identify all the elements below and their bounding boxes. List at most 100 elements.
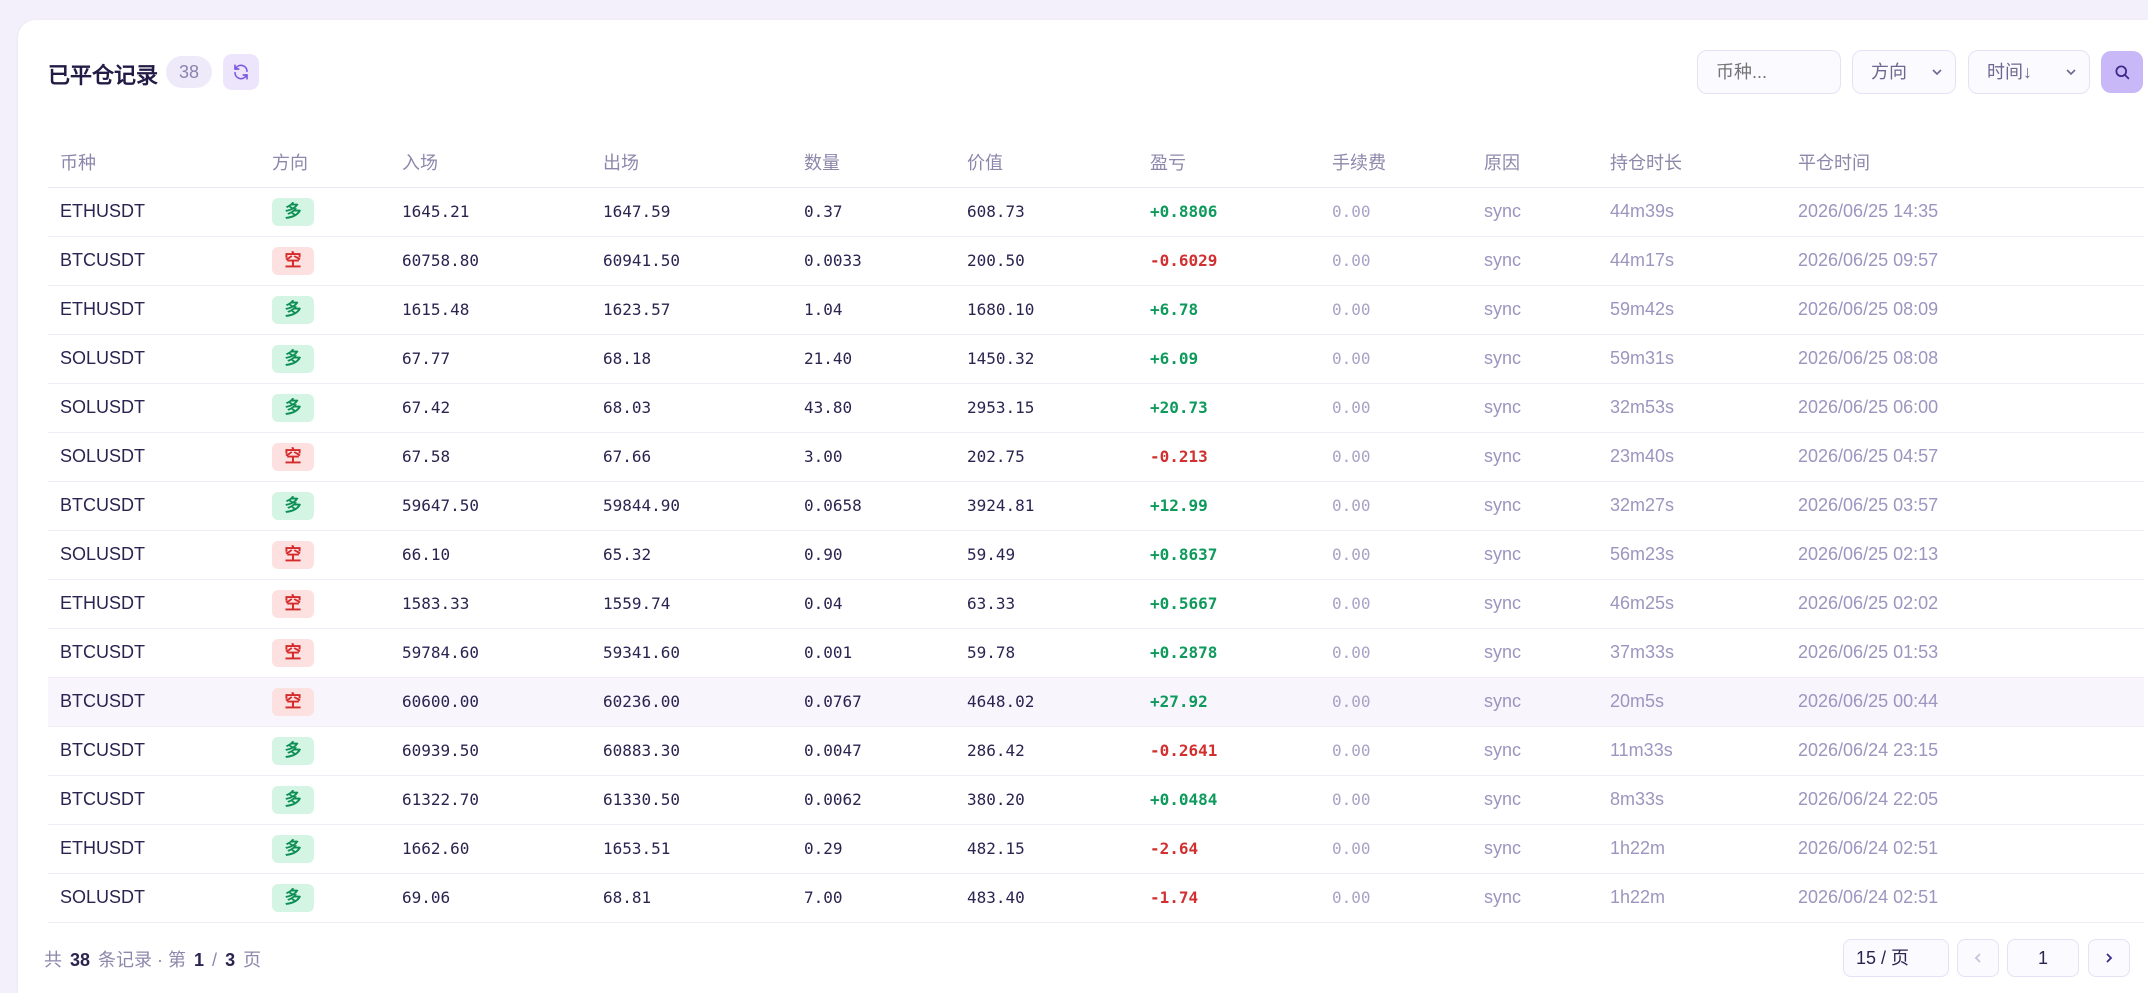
cell-value: 2953.15 xyxy=(955,383,1138,433)
cell-close-time: 2026/06/25 02:02 xyxy=(1786,579,2144,629)
pagination-suffix: 页 xyxy=(243,950,262,970)
cell-exit: 61330.50 xyxy=(591,775,792,825)
cell-reason: sync xyxy=(1472,726,1598,776)
direction-select[interactable]: 方向 xyxy=(1852,50,1956,94)
cell-value: 286.42 xyxy=(955,726,1138,776)
column-header-direction[interactable]: 方向 xyxy=(260,138,390,188)
cell-pnl: +0.8806 xyxy=(1138,187,1320,237)
cell-reason: sync xyxy=(1472,334,1598,384)
cell-exit: 1647.59 xyxy=(591,187,792,237)
cell-pnl: +20.73 xyxy=(1138,383,1320,433)
table-row[interactable]: SOLUSDT 多 67.77 68.18 21.40 1450.32 +6.09 0.00 s… xyxy=(48,334,2144,384)
cell-reason: sync xyxy=(1472,383,1598,433)
table-row[interactable]: ETHUSDT 多 1645.21 1647.59 0.37 608.73 +0.8806 0… xyxy=(48,187,2144,237)
closed-positions-table: 币种 方向 入场 出场 数量 价值 盈亏 手续费 原因 持仓时长 平仓时间 ET… xyxy=(48,138,2144,923)
cell-duration: 23m40s xyxy=(1598,432,1786,482)
cell-entry: 66.10 xyxy=(390,530,591,580)
symbol-search-input[interactable] xyxy=(1697,50,1841,94)
refresh-button[interactable] xyxy=(223,54,259,90)
time-sort-select[interactable]: 时间↓ xyxy=(1968,50,2090,94)
cell-reason: sync xyxy=(1472,677,1598,727)
record-count-badge: 38 xyxy=(166,56,212,88)
table-row[interactable]: SOLUSDT 多 69.06 68.81 7.00 483.40 -1.74 0.00 syn… xyxy=(48,873,2144,923)
cell-exit: 1653.51 xyxy=(591,824,792,874)
cell-direction: 多 xyxy=(260,726,390,776)
next-page-button[interactable] xyxy=(2088,939,2130,977)
cell-quantity: 0.90 xyxy=(792,530,955,580)
column-header-value[interactable]: 价值 xyxy=(955,138,1138,188)
cell-close-time: 2026/06/25 06:00 xyxy=(1786,383,2144,433)
cell-entry: 59784.60 xyxy=(390,628,591,678)
cell-exit: 68.18 xyxy=(591,334,792,384)
table-row[interactable]: SOLUSDT 空 66.10 65.32 0.90 59.49 +0.8637 0.00 sy… xyxy=(48,530,2144,580)
column-header-fee[interactable]: 手续费 xyxy=(1320,138,1472,188)
cell-quantity: 0.0767 xyxy=(792,677,955,727)
cell-reason: sync xyxy=(1472,285,1598,335)
column-header-close-time[interactable]: 平仓时间 xyxy=(1786,138,2144,188)
cell-symbol: BTCUSDT xyxy=(48,726,260,776)
table-row[interactable]: BTCUSDT 多 60939.50 60883.30 0.0047 286.42 -0.2… xyxy=(48,726,2144,776)
column-header-pnl[interactable]: 盈亏 xyxy=(1138,138,1320,188)
column-header-duration[interactable]: 持仓时长 xyxy=(1598,138,1786,188)
cell-exit: 67.66 xyxy=(591,432,792,482)
column-header-exit[interactable]: 出场 xyxy=(591,138,792,188)
cell-direction: 多 xyxy=(260,481,390,531)
direction-badge: 多 xyxy=(272,295,314,324)
table-row[interactable]: BTCUSDT 空 60600.00 60236.00 0.0767 4648.02 +27… xyxy=(48,677,2144,727)
table-row[interactable]: BTCUSDT 空 59784.60 59341.60 0.001 59.78 +0.287… xyxy=(48,628,2144,678)
page-number-input[interactable] xyxy=(2007,939,2079,977)
cell-entry: 59647.50 xyxy=(390,481,591,531)
table-row[interactable]: ETHUSDT 多 1615.48 1623.57 1.04 1680.10 +6.78 0.… xyxy=(48,285,2144,335)
prev-page-button[interactable] xyxy=(1957,939,1999,977)
cell-exit: 68.03 xyxy=(591,383,792,433)
cell-exit: 59844.90 xyxy=(591,481,792,531)
cell-value: 1450.32 xyxy=(955,334,1138,384)
cell-close-time: 2026/06/25 01:53 xyxy=(1786,628,2144,678)
table-row[interactable]: SOLUSDT 空 67.58 67.66 3.00 202.75 -0.213 0.00 sy… xyxy=(48,432,2144,482)
cell-close-time: 2026/06/25 14:35 xyxy=(1786,187,2144,237)
cell-duration: 8m33s xyxy=(1598,775,1786,825)
table-row[interactable]: ETHUSDT 多 1662.60 1653.51 0.29 482.15 -2.64 0.0… xyxy=(48,824,2144,874)
cell-duration: 44m17s xyxy=(1598,236,1786,286)
table-row[interactable]: ETHUSDT 空 1583.33 1559.74 0.04 63.33 +0.5667 0.… xyxy=(48,579,2144,629)
column-header-reason[interactable]: 原因 xyxy=(1472,138,1598,188)
column-header-entry[interactable]: 入场 xyxy=(390,138,591,188)
cell-direction: 多 xyxy=(260,873,390,923)
pagination-prefix: 共 xyxy=(44,950,62,970)
direction-badge: 多 xyxy=(272,393,314,422)
cell-pnl: -2.64 xyxy=(1138,824,1320,874)
cell-entry: 67.42 xyxy=(390,383,591,433)
cell-duration: 46m25s xyxy=(1598,579,1786,629)
table-header-row: 币种 方向 入场 出场 数量 价值 盈亏 手续费 原因 持仓时长 平仓时间 xyxy=(48,138,2144,188)
cell-reason: sync xyxy=(1472,824,1598,874)
cell-value: 59.49 xyxy=(955,530,1138,580)
cell-symbol: BTCUSDT xyxy=(48,628,260,678)
column-header-quantity[interactable]: 数量 xyxy=(792,138,955,188)
cell-direction: 多 xyxy=(260,775,390,825)
table-row[interactable]: BTCUSDT 空 60758.80 60941.50 0.0033 200.50 -0.6… xyxy=(48,236,2144,286)
cell-quantity: 0.37 xyxy=(792,187,955,237)
closed-positions-panel: 已平仓记录 38 方向 时间↓ 币种 方向 入场 出场 xyxy=(18,20,2148,993)
table-row[interactable]: BTCUSDT 多 61322.70 61330.50 0.0062 380.20 +0.0… xyxy=(48,775,2144,825)
cell-reason: sync xyxy=(1472,481,1598,531)
cell-quantity: 0.001 xyxy=(792,628,955,678)
column-header-symbol[interactable]: 币种 xyxy=(48,138,260,188)
page-size-select[interactable]: 15 / 页 xyxy=(1843,939,1949,977)
cell-fee: 0.00 xyxy=(1320,873,1472,923)
chevron-left-icon xyxy=(1974,953,1981,963)
cell-reason: sync xyxy=(1472,236,1598,286)
table-row[interactable]: SOLUSDT 多 67.42 68.03 43.80 2953.15 +20.73 0.00… xyxy=(48,383,2144,433)
cell-reason: sync xyxy=(1472,775,1598,825)
cell-exit: 59341.60 xyxy=(591,628,792,678)
cell-entry: 1583.33 xyxy=(390,579,591,629)
cell-symbol: ETHUSDT xyxy=(48,187,260,237)
direction-badge: 多 xyxy=(272,491,314,520)
cell-reason: sync xyxy=(1472,432,1598,482)
cell-reason: sync xyxy=(1472,873,1598,923)
cell-exit: 68.81 xyxy=(591,873,792,923)
table-row[interactable]: BTCUSDT 多 59647.50 59844.90 0.0658 3924.81 +12… xyxy=(48,481,2144,531)
search-button[interactable] xyxy=(2101,51,2143,93)
cell-direction: 空 xyxy=(260,530,390,580)
cell-quantity: 0.0658 xyxy=(792,481,955,531)
cell-reason: sync xyxy=(1472,187,1598,237)
